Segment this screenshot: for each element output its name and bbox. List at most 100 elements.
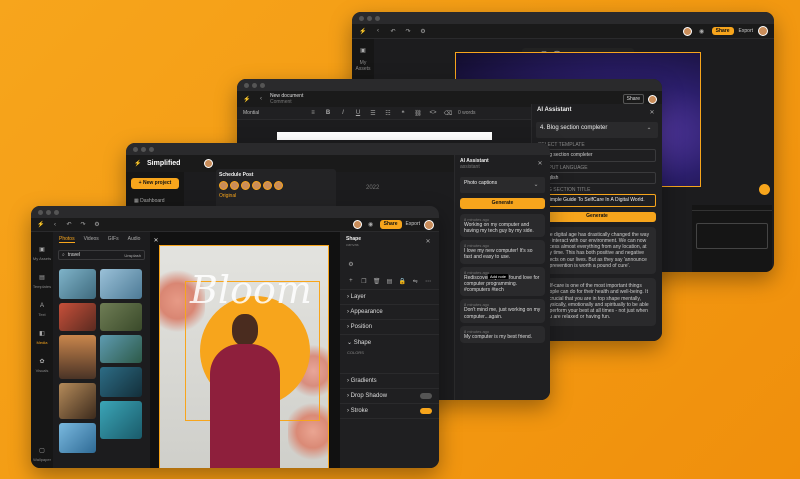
account-avatar[interactable] xyxy=(241,181,250,191)
section-stroke[interactable]: › Stroke xyxy=(340,404,439,420)
layers-icon[interactable]: ▤ xyxy=(385,276,395,286)
underline-icon[interactable]: U xyxy=(353,108,363,118)
collapse-panel-icon[interactable]: ✕ xyxy=(151,235,161,245)
tab-audio[interactable]: Audio xyxy=(128,236,141,243)
settings-icon[interactable]: ⚙ xyxy=(92,220,102,230)
section-shape[interactable]: ⌄ Shape xyxy=(340,335,439,350)
template-header[interactable]: 4. Blog section completer ⌃ xyxy=(536,122,658,138)
account-avatar[interactable] xyxy=(274,181,283,191)
section-drop-shadow[interactable]: › Drop Shadow xyxy=(340,389,439,405)
link-icon[interactable]: ⛓ xyxy=(413,108,423,118)
design-canvas[interactable]: Bloom xyxy=(159,245,329,468)
photo-thumbnail[interactable] xyxy=(59,383,96,419)
code-icon[interactable]: <> xyxy=(428,108,438,118)
font-select[interactable]: Montial xyxy=(243,110,303,116)
document-page[interactable] xyxy=(277,132,492,140)
photo-thumbnail[interactable] xyxy=(100,335,142,363)
section-gradients[interactable]: › Gradients xyxy=(340,374,439,390)
preview-icon[interactable]: ◉ xyxy=(697,26,707,36)
account-avatar[interactable] xyxy=(263,181,272,191)
share-button[interactable]: Share xyxy=(711,26,734,36)
user-avatar[interactable] xyxy=(758,26,768,36)
photo-thumbnail[interactable] xyxy=(100,401,142,439)
copy-icon[interactable]: ❐ xyxy=(359,276,369,286)
canvas-area: ✕ Bloom xyxy=(150,232,340,468)
sidebar-item-media[interactable]: ◧ Media xyxy=(31,322,53,345)
caption-type-value: Photo captions xyxy=(464,179,498,186)
account-avatar[interactable] xyxy=(252,181,261,191)
photo-thumbnail[interactable] xyxy=(59,423,96,453)
back-icon[interactable]: ‹ xyxy=(373,26,383,36)
sidebar-item-my-assets[interactable]: ▣ My Assets xyxy=(31,238,53,261)
timeline-track[interactable] xyxy=(696,223,768,249)
user-avatar[interactable] xyxy=(204,159,214,168)
user-avatar[interactable] xyxy=(424,219,434,230)
share-button[interactable]: Share xyxy=(622,93,644,105)
close-icon[interactable]: ✕ xyxy=(423,236,433,246)
add-icon[interactable]: + xyxy=(346,276,356,286)
photo-thumbnail[interactable] xyxy=(100,303,142,331)
language-select[interactable]: English xyxy=(538,171,656,184)
tab-videos[interactable]: Videos xyxy=(84,236,99,243)
sidebar-item-templates[interactable]: ▤ Templates xyxy=(31,266,53,289)
account-avatar[interactable] xyxy=(230,181,239,191)
photo-thumbnail[interactable] xyxy=(59,335,96,379)
search-input[interactable]: travel xyxy=(68,252,122,258)
quote-icon[interactable]: ❝ xyxy=(398,108,408,118)
stroke-toggle[interactable] xyxy=(420,408,432,415)
redo-icon[interactable]: ↷ xyxy=(78,220,88,230)
photo-thumbnail[interactable] xyxy=(100,367,142,397)
flip-icon[interactable]: ⇋ xyxy=(410,276,420,286)
close-icon[interactable]: ✕ xyxy=(535,158,545,168)
generate-button[interactable]: Generate xyxy=(460,197,545,209)
user-avatar[interactable] xyxy=(648,94,657,104)
lock-icon[interactable]: 🔒 xyxy=(397,276,407,286)
preview-icon[interactable]: ◉ xyxy=(366,220,376,230)
close-icon[interactable]: ✕ xyxy=(647,107,657,117)
window-dot xyxy=(367,15,372,21)
settings-icon[interactable]: ⚙ xyxy=(346,260,356,270)
tab-photos[interactable]: Photos xyxy=(59,236,75,243)
photo-thumbnail[interactable] xyxy=(59,303,96,331)
photo-thumbnail[interactable] xyxy=(59,269,96,299)
section-layer[interactable]: › Layer xyxy=(340,290,439,306)
section-appearance[interactable]: › Appearance xyxy=(340,305,439,321)
generate-button[interactable]: Generate xyxy=(538,211,656,222)
drop-shadow-toggle[interactable] xyxy=(420,393,432,400)
settings-icon[interactable]: ⚙ xyxy=(418,26,428,36)
delete-icon[interactable]: 🗑 xyxy=(372,276,382,286)
back-icon[interactable]: ‹ xyxy=(256,94,266,104)
source-select[interactable]: Unsplash xyxy=(124,253,141,258)
redo-icon[interactable]: ↷ xyxy=(403,26,413,36)
bold-icon[interactable]: B xyxy=(323,108,333,118)
export-button[interactable]: Export xyxy=(406,221,420,227)
blog-title-input[interactable]: A Simple Guide To SelfCare In A Digital … xyxy=(538,194,656,207)
tab-gifs[interactable]: GIFs xyxy=(108,236,119,243)
share-button[interactable]: Share xyxy=(379,220,402,229)
clear-format-icon[interactable]: ⌫ xyxy=(443,108,453,118)
original-tab[interactable]: Original xyxy=(219,193,333,199)
undo-icon[interactable]: ↶ xyxy=(64,220,74,230)
list-icon[interactable]: ☷ xyxy=(383,108,393,118)
bloom-text[interactable]: Bloom xyxy=(190,268,312,312)
align-left-icon[interactable]: ☰ xyxy=(368,108,378,118)
help-icon[interactable] xyxy=(759,184,770,195)
export-button[interactable]: Export xyxy=(739,28,753,34)
timeline[interactable] xyxy=(692,205,772,272)
person-head xyxy=(232,314,258,346)
caption-type-select[interactable]: Photo captions ⌄ xyxy=(460,176,545,193)
template-select[interactable]: Blog section completer xyxy=(538,149,656,162)
italic-icon[interactable]: I xyxy=(338,108,348,118)
sidebar-item-wallpaper[interactable]: ▢ Wallpaper xyxy=(31,439,53,462)
account-avatar[interactable] xyxy=(219,181,228,191)
more-icon[interactable]: ⋯ xyxy=(423,276,433,286)
back-icon[interactable]: ‹ xyxy=(50,220,60,230)
photo-thumbnail[interactable] xyxy=(100,269,142,299)
section-position[interactable]: › Position xyxy=(340,320,439,336)
sidebar-item-text[interactable]: A Text xyxy=(31,294,53,317)
sidebar-item-visuals[interactable]: ✿ Visuals xyxy=(31,350,53,373)
font-size-icon[interactable]: ≡ xyxy=(308,108,318,118)
undo-icon[interactable]: ↶ xyxy=(388,26,398,36)
new-project-button[interactable]: + New project xyxy=(131,178,179,189)
folder-icon[interactable]: ▣ xyxy=(358,46,368,56)
